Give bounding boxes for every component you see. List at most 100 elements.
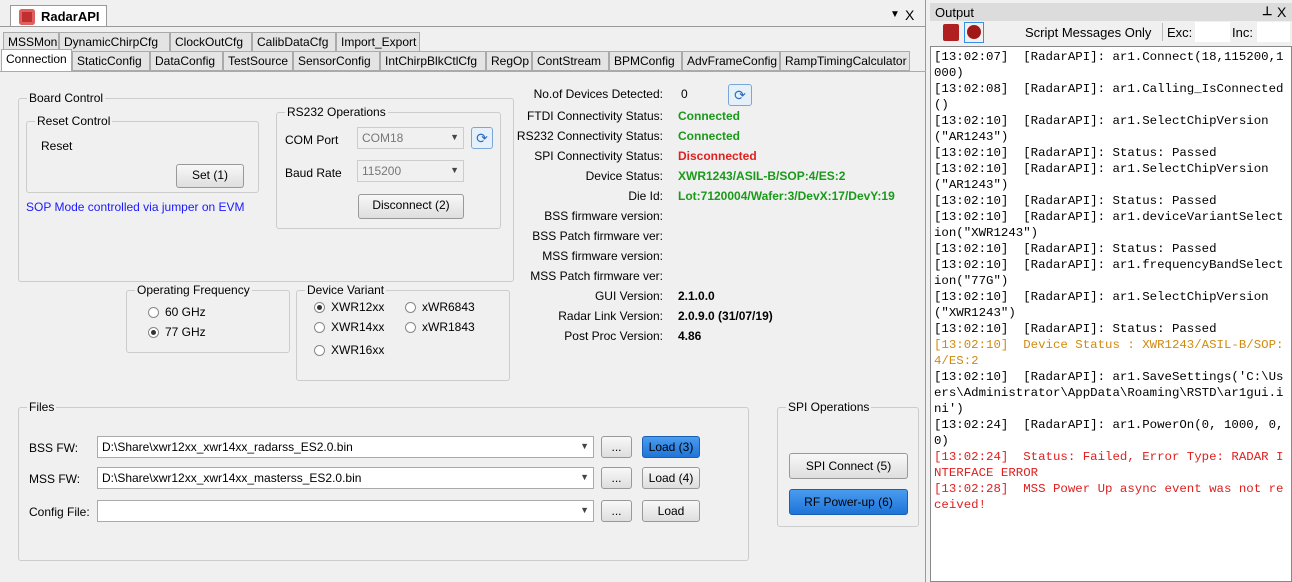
tab-contstream[interactable]: ContStream bbox=[532, 51, 609, 71]
radio-xwr6843[interactable]: xWR6843 bbox=[405, 300, 475, 314]
tab-staticconfig[interactable]: StaticConfig bbox=[72, 51, 150, 71]
radio-label: 60 GHz bbox=[165, 305, 206, 319]
status-label: MSS firmware version: bbox=[542, 249, 663, 263]
info-toggle-button[interactable] bbox=[964, 22, 984, 43]
spi-connect-button[interactable]: SPI Connect (5) bbox=[789, 453, 908, 479]
divider bbox=[0, 26, 926, 27]
exclude-input[interactable] bbox=[1195, 22, 1230, 42]
tab-ramptimingcalculator[interactable]: RampTimingCalculator bbox=[780, 51, 910, 71]
operating-frequency-group: Operating Frequency bbox=[126, 283, 290, 353]
log-line: [13:02:10] [RadarAPI]: ar1.deviceVariant… bbox=[934, 210, 1284, 240]
com-port-select[interactable]: COM18 ▼ bbox=[357, 127, 464, 149]
refresh-devices-button[interactable]: ⟳ bbox=[728, 84, 752, 106]
log-line: [13:02:10] [RadarAPI]: Status: Passed bbox=[934, 322, 1217, 336]
radio-label: XWR12xx bbox=[331, 300, 385, 314]
status-label: Device Status: bbox=[585, 169, 663, 183]
refresh-icon: ⟳ bbox=[734, 87, 746, 103]
tab-import_export[interactable]: Import_Export bbox=[336, 32, 420, 52]
log-line: [13:02:10] [RadarAPI]: Status: Passed bbox=[934, 242, 1217, 256]
radio-60ghz[interactable]: 60 GHz bbox=[148, 305, 206, 319]
status-label: FTDI Connectivity Status: bbox=[526, 109, 663, 123]
close-icon[interactable]: X bbox=[905, 7, 914, 23]
menu-dropdown-icon[interactable]: ▼ bbox=[890, 9, 900, 20]
files-title: Files bbox=[27, 400, 57, 414]
log-line: [13:02:08] [RadarAPI]: ar1.Calling_IsCon… bbox=[934, 82, 1284, 112]
tab-intchirpblkctlcfg[interactable]: IntChirpBlkCtlCfg bbox=[380, 51, 486, 71]
status-value: XWR1243/ASIL-B/SOP:4/ES:2 bbox=[678, 169, 846, 183]
log-line: [13:02:28] MSS Power Up async event was … bbox=[934, 482, 1284, 512]
radio-label: xWR1843 bbox=[422, 320, 475, 334]
script-messages-only-toggle[interactable]: Script Messages Only bbox=[1025, 25, 1151, 40]
status-value: Lot:7120004/Wafer:3/DevX:17/DevY:19 bbox=[678, 189, 895, 203]
tab-clockoutcfg[interactable]: ClockOutCfg bbox=[170, 32, 252, 52]
log-line: [13:02:10] [RadarAPI]: ar1.frequencyBand… bbox=[934, 258, 1284, 288]
board-control-title: Board Control bbox=[27, 91, 106, 105]
status-label: GUI Version: bbox=[594, 289, 663, 303]
log-line: [13:02:10] [RadarAPI]: Status: Passed bbox=[934, 146, 1217, 160]
radio-selected-icon bbox=[314, 302, 325, 313]
com-port-value: COM18 bbox=[362, 131, 404, 145]
exclude-label: Exc: bbox=[1167, 25, 1193, 40]
status-label: Post Proc Version: bbox=[564, 329, 663, 343]
tab-dataconfig[interactable]: DataConfig bbox=[150, 51, 223, 71]
file-path-select[interactable]: D:\Share\xwr12xx_xwr14xx_radarss_ES2.0.b… bbox=[97, 436, 594, 458]
status-value: 2.1.0.0 bbox=[678, 289, 715, 303]
rs232-title: RS232 Operations bbox=[285, 105, 388, 119]
tab-dynamicchirpcfg[interactable]: DynamicChirpCfg bbox=[59, 32, 170, 52]
tab-regop[interactable]: RegOp bbox=[486, 51, 532, 71]
file-path-value: D:\Share\xwr12xx_xwr14xx_masterss_ES2.0.… bbox=[102, 471, 362, 485]
radio-icon bbox=[405, 302, 416, 313]
log-line: [13:02:07] [RadarAPI]: ar1.Connect(18,11… bbox=[934, 50, 1284, 80]
radio-xwr1843[interactable]: xWR1843 bbox=[405, 320, 475, 334]
browse-button[interactable]: ... bbox=[601, 436, 632, 458]
radio-xwr14xx[interactable]: XWR14xx bbox=[314, 320, 384, 334]
tab-connection[interactable]: Connection bbox=[1, 49, 72, 71]
tab-sensorconfig[interactable]: SensorConfig bbox=[293, 51, 380, 71]
radio-xwr16xx[interactable]: XWR16xx bbox=[314, 343, 384, 357]
spi-operations-title: SPI Operations bbox=[786, 400, 872, 414]
clear-log-icon[interactable] bbox=[943, 24, 959, 41]
load-button[interactable]: Load (4) bbox=[642, 467, 700, 489]
file-path-select[interactable]: D:\Share\xwr12xx_xwr14xx_masterss_ES2.0.… bbox=[97, 467, 594, 489]
disconnect-button[interactable]: Disconnect (2) bbox=[358, 194, 464, 219]
close-icon[interactable]: X bbox=[1277, 4, 1286, 20]
pin-icon[interactable]: ⊥ bbox=[1262, 4, 1272, 18]
status-value: Connected bbox=[678, 129, 741, 143]
reset-label: Reset bbox=[41, 139, 73, 153]
tab-advframeconfig[interactable]: AdvFrameConfig bbox=[682, 51, 780, 71]
tab-testsource[interactable]: TestSource bbox=[223, 51, 293, 71]
baud-rate-select[interactable]: 115200 ▼ bbox=[357, 160, 464, 182]
baud-rate-label: Baud Rate bbox=[285, 166, 342, 180]
browse-button[interactable]: ... bbox=[601, 500, 632, 522]
status-label: BSS firmware version: bbox=[544, 209, 663, 223]
com-port-label: COM Port bbox=[285, 133, 339, 147]
chevron-down-icon: ▼ bbox=[450, 165, 459, 175]
sop-mode-note: SOP Mode controlled via jumper on EVM bbox=[26, 200, 245, 214]
browse-button[interactable]: ... bbox=[601, 467, 632, 489]
radio-77ghz[interactable]: 77 GHz bbox=[148, 325, 206, 339]
radio-xwr12xx[interactable]: XWR12xx bbox=[314, 300, 384, 314]
log-line: [13:02:10] [RadarAPI]: ar1.SelectChipVer… bbox=[934, 290, 1269, 320]
radio-icon bbox=[314, 345, 325, 356]
file-path-select[interactable]: ▼ bbox=[97, 500, 594, 522]
include-input[interactable] bbox=[1257, 22, 1290, 42]
set-button[interactable]: Set (1) bbox=[176, 164, 244, 188]
radio-label: 77 GHz bbox=[165, 325, 206, 339]
status-value: 4.86 bbox=[678, 329, 702, 343]
devices-detected-value: 0 bbox=[681, 87, 688, 101]
status-label: SPI Connectivity Status: bbox=[534, 149, 663, 163]
file-label: MSS FW: bbox=[29, 472, 81, 486]
rf-powerup-button[interactable]: RF Power-up (6) bbox=[789, 489, 908, 515]
radio-selected-icon bbox=[148, 327, 159, 338]
file-label: Config File: bbox=[29, 505, 90, 519]
tab-bpmconfig[interactable]: BPMConfig bbox=[609, 51, 682, 71]
log-line: [13:02:10] [RadarAPI]: ar1.SaveSettings(… bbox=[934, 370, 1284, 416]
output-log[interactable]: [13:02:07] [RadarAPI]: ar1.Connect(18,11… bbox=[930, 46, 1292, 582]
status-value: 2.0.9.0 (31/07/19) bbox=[678, 309, 773, 323]
tab-calibdatacfg[interactable]: CalibDataCfg bbox=[252, 32, 336, 52]
output-panel: Output ⊥ X Script Messages Only Exc: Inc… bbox=[930, 0, 1292, 582]
load-button[interactable]: Load (3) bbox=[642, 436, 700, 458]
load-button[interactable]: Load bbox=[642, 500, 700, 522]
document-tab-radarapi[interactable]: RadarAPI bbox=[10, 5, 107, 27]
divider bbox=[1162, 23, 1163, 41]
